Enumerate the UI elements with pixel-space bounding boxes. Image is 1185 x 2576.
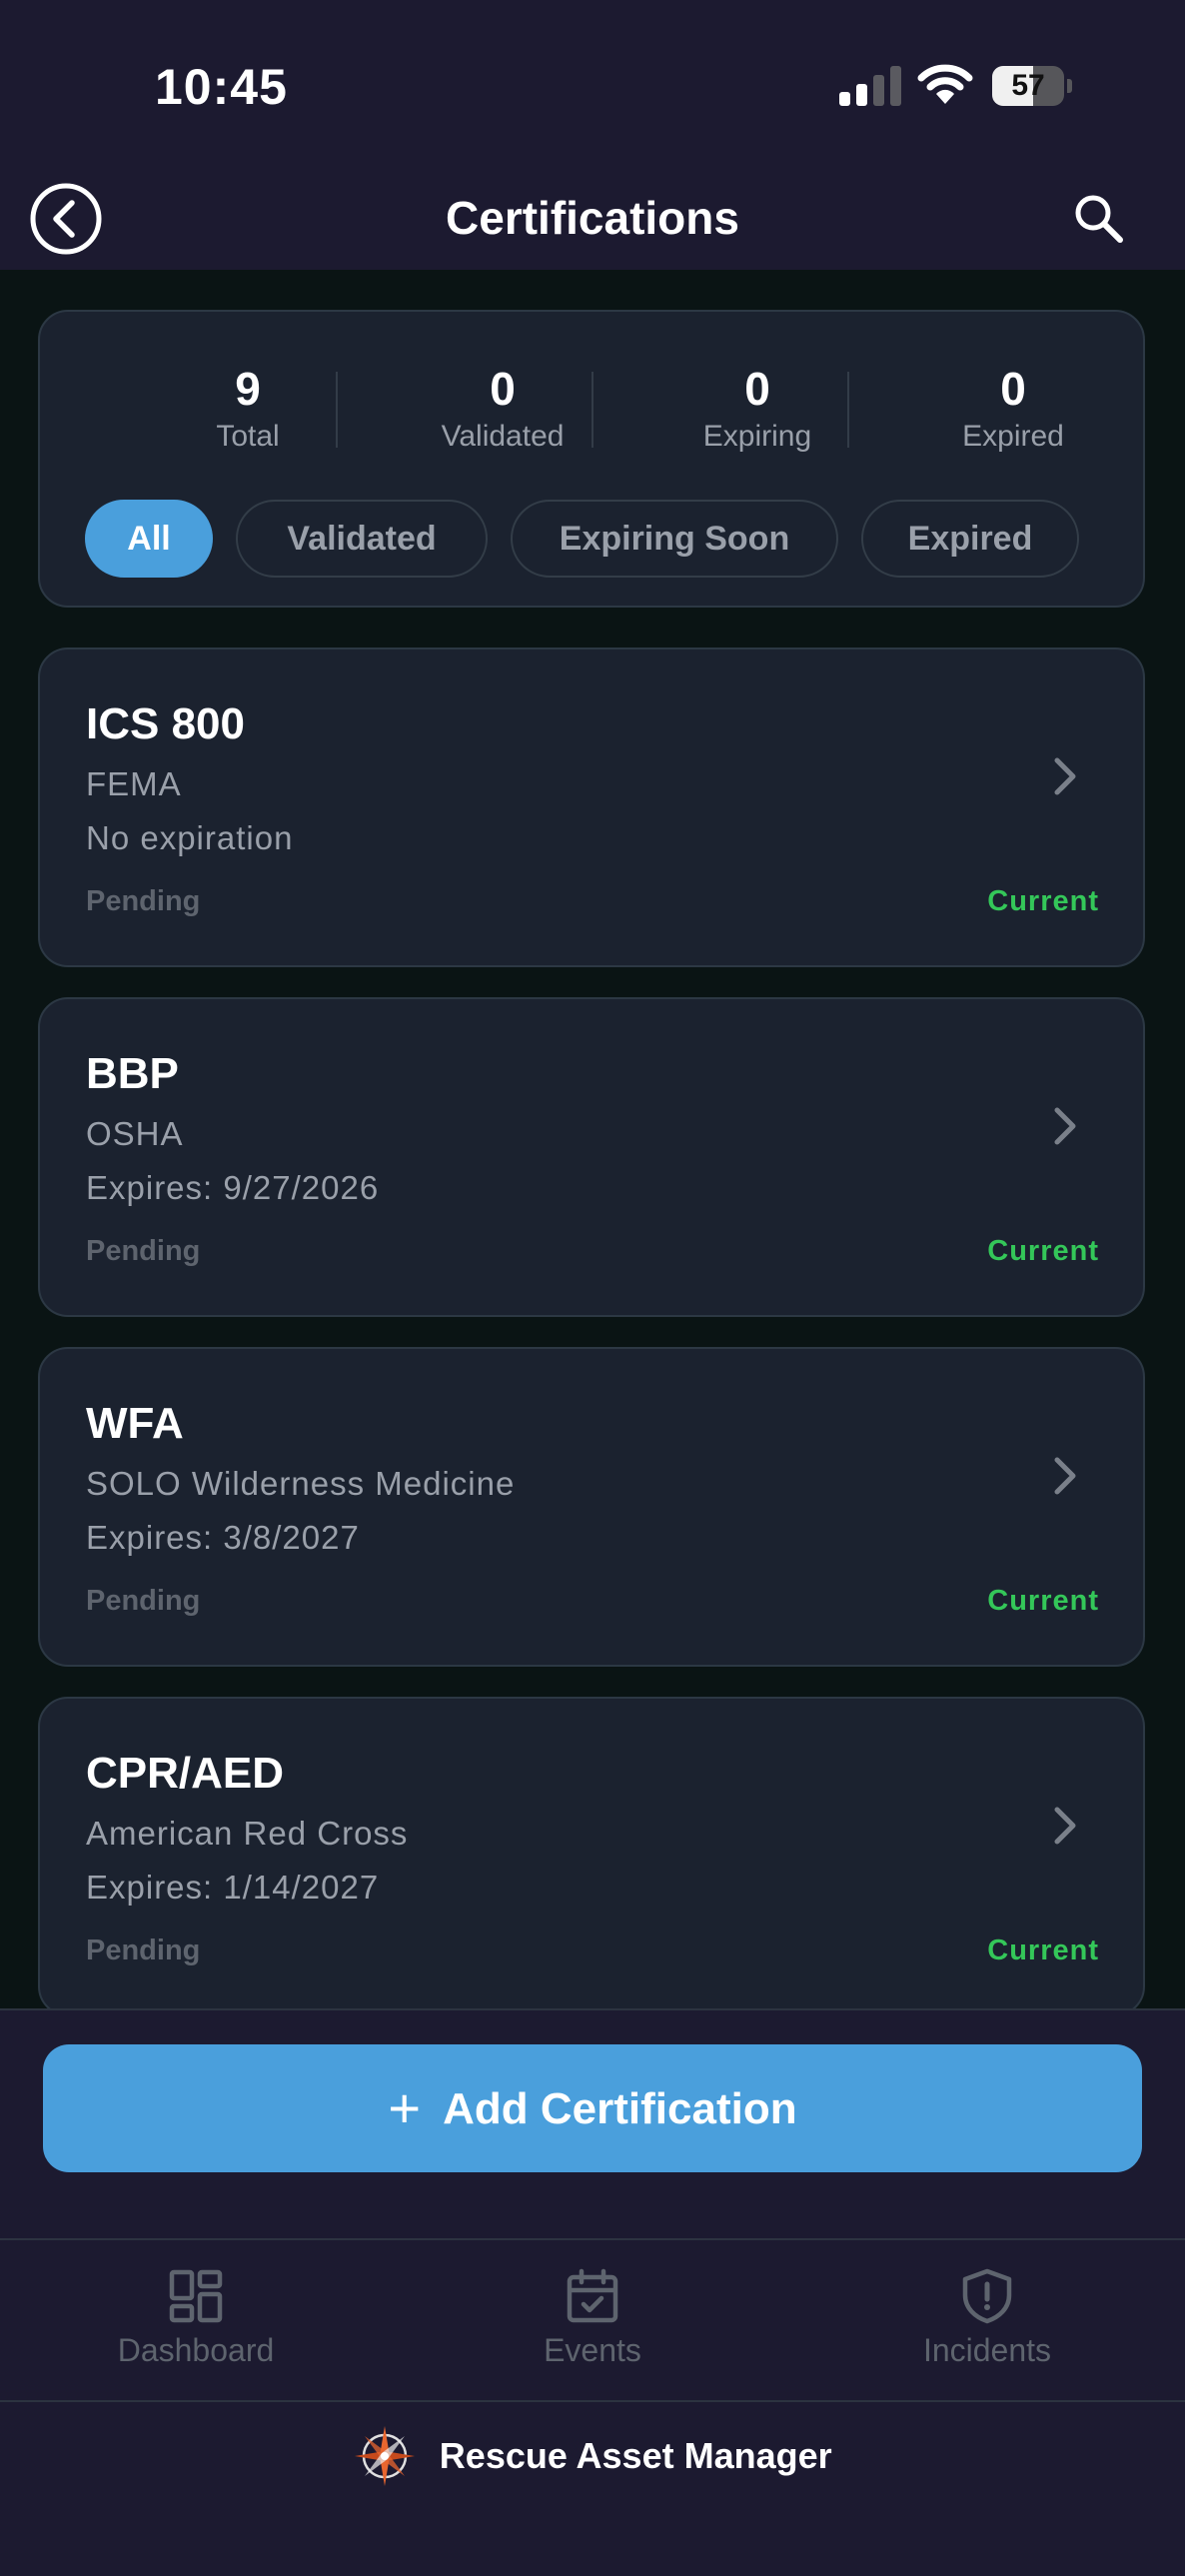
- tab-incidents[interactable]: Incidents: [827, 2268, 1147, 2369]
- stat-divider: [336, 372, 338, 448]
- bottom-panel: + Add Certification Dashboard Events Inc…: [0, 2008, 1185, 2576]
- cert-status-badge: Current: [987, 885, 1099, 917]
- cert-validation-status: Pending: [86, 885, 201, 917]
- certification-card[interactable]: ICS 800 FEMA No expiration Pending Curre…: [38, 647, 1145, 967]
- filter-chip-validated[interactable]: Validated: [236, 500, 488, 578]
- tab-label: Events: [544, 2332, 641, 2368]
- cert-status-badge: Current: [987, 1934, 1099, 1966]
- cert-expiry: Expires: 9/27/2026: [86, 1169, 380, 1206]
- shield-alert-icon: [962, 2268, 1012, 2324]
- wifi-icon: [917, 64, 973, 104]
- stat-divider: [847, 372, 849, 448]
- filter-chip-all[interactable]: All: [85, 500, 213, 578]
- summary-card: 9 Total 0 Validated 0 Expiring 0 Expired…: [38, 310, 1145, 608]
- stat-expired: 0 Expired: [885, 362, 1141, 454]
- certification-card[interactable]: CPR/AED American Red Cross Expires: 1/14…: [38, 1697, 1145, 2016]
- cert-name: BBP: [86, 1049, 179, 1098]
- cert-issuer: OSHA: [86, 1115, 184, 1152]
- cert-name: ICS 800: [86, 699, 245, 748]
- stat-value: 0: [1000, 363, 1026, 415]
- cert-issuer: FEMA: [86, 765, 182, 802]
- page-title: Certifications: [446, 192, 739, 244]
- brand-name: Rescue Asset Manager: [439, 2435, 832, 2476]
- chevron-right-icon: [1054, 757, 1076, 795]
- tab-bar: Dashboard Events Incidents: [0, 2238, 1185, 2402]
- tab-label: Dashboard: [117, 2332, 275, 2368]
- battery-percent: 57: [1011, 69, 1045, 102]
- cert-expiry: No expiration: [86, 819, 294, 856]
- certification-card[interactable]: BBP OSHA Expires: 9/27/2026 Pending Curr…: [38, 997, 1145, 1317]
- cert-issuer: SOLO Wilderness Medicine: [86, 1465, 516, 1502]
- certification-card[interactable]: WFA SOLO Wilderness Medicine Expires: 3/…: [38, 1347, 1145, 1667]
- chevron-right-icon: [1054, 1457, 1076, 1495]
- dashboard-grid-icon: [169, 2269, 223, 2323]
- cert-issuer: American Red Cross: [86, 1815, 409, 1852]
- cert-expiry: Expires: 3/8/2027: [86, 1519, 360, 1556]
- cert-name: WFA: [86, 1399, 184, 1448]
- tab-label: Incidents: [922, 2332, 1052, 2368]
- cert-validation-status: Pending: [86, 1934, 201, 1966]
- calendar-check-icon: [567, 2268, 618, 2323]
- tab-dashboard[interactable]: Dashboard: [36, 2268, 356, 2369]
- cert-validation-status: Pending: [86, 1235, 201, 1267]
- app-header: Certifications: [0, 175, 1185, 270]
- cellular-signal-icon: [839, 66, 901, 106]
- cert-name: CPR/AED: [86, 1749, 285, 1798]
- chevron-right-icon: [1054, 1107, 1076, 1145]
- cert-expiry: Expires: 1/14/2027: [86, 1869, 380, 1906]
- tab-events[interactable]: Events: [433, 2268, 752, 2369]
- add-certification-button[interactable]: + Add Certification: [43, 2044, 1142, 2172]
- chevron-right-icon: [1054, 1807, 1076, 1845]
- stat-label: Expired: [962, 420, 1064, 453]
- add-certification-label: Add Certification: [443, 2084, 797, 2133]
- status-bar: 10:45 57: [0, 0, 1185, 175]
- plus-icon: +: [388, 2076, 422, 2139]
- status-time: 10:45: [155, 59, 288, 115]
- footer-brand: Rescue Asset Manager: [0, 2424, 1185, 2488]
- cert-validation-status: Pending: [86, 1585, 201, 1617]
- filter-chip-expired[interactable]: Expired: [861, 500, 1079, 578]
- battery-indicator: 57: [992, 66, 1072, 106]
- stat-divider: [592, 372, 593, 448]
- filter-chip-expiring-soon[interactable]: Expiring Soon: [511, 500, 838, 578]
- search-icon[interactable]: [1071, 191, 1127, 247]
- cert-status-badge: Current: [987, 1235, 1099, 1267]
- cert-status-badge: Current: [987, 1585, 1099, 1617]
- compass-rose-logo: [355, 2426, 416, 2486]
